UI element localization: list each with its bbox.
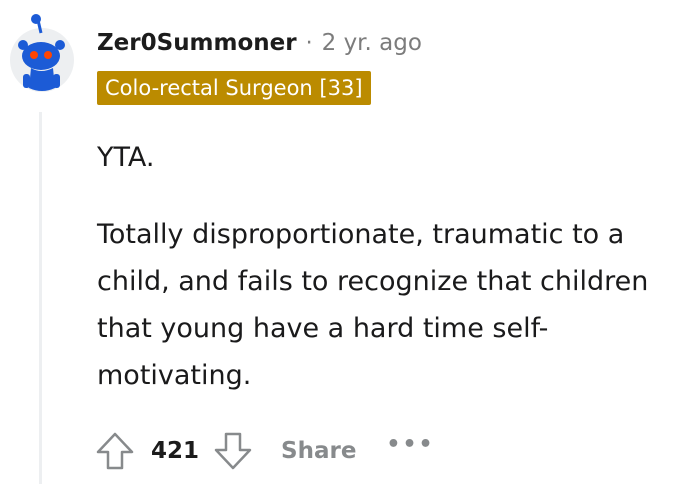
author-username[interactable]: Zer0Summoner [97, 30, 297, 56]
comment-meta: Zer0Summoner · 2 yr. ago [97, 26, 422, 60]
avatar[interactable] [9, 12, 75, 98]
share-button[interactable]: Share [281, 438, 356, 464]
comment-actions: 421 Share ••• [93, 426, 435, 476]
vote-score: 421 [151, 438, 200, 464]
reddit-snoo-avatar-icon [10, 14, 74, 92]
comment-body: YTA. Totally disproportionate, traumatic… [97, 134, 687, 399]
comment-paragraph: Totally disproportionate, traumatic to a… [97, 219, 649, 391]
thread-line[interactable] [39, 112, 42, 484]
timestamp[interactable]: 2 yr. ago [322, 30, 422, 56]
more-options-icon[interactable]: ••• [386, 432, 434, 457]
downvote-arrow-icon[interactable] [211, 429, 255, 473]
comment-paragraph: YTA. [97, 142, 155, 173]
meta-separator: · [305, 30, 313, 56]
user-flair: Colo-rectal Surgeon [33] [97, 71, 371, 105]
upvote-arrow-icon[interactable] [93, 429, 137, 473]
comment: Zer0Summoner · 2 yr. ago Colo-rectal Sur… [0, 0, 700, 484]
